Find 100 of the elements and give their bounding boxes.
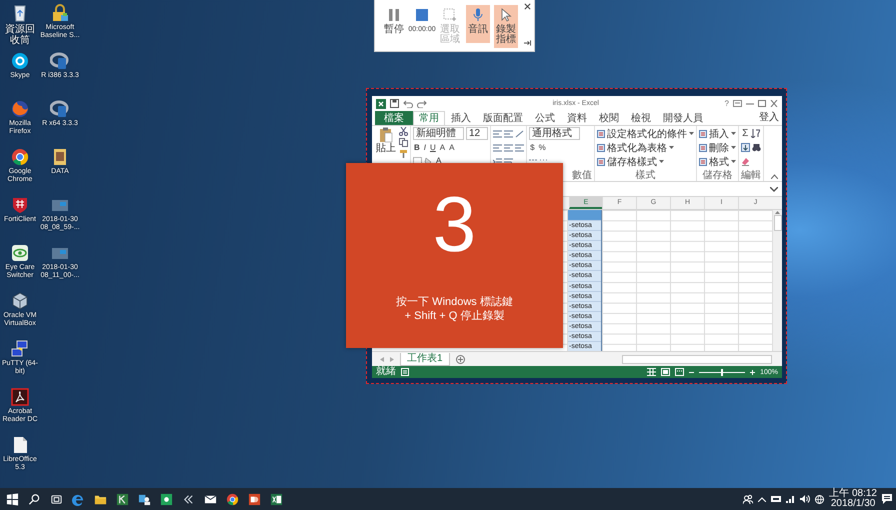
collapse-ribbon-icon bbox=[771, 174, 778, 179]
ribbon-tab[interactable]: 版面配置 bbox=[477, 111, 529, 125]
format-painter-icon bbox=[399, 149, 408, 158]
ribbon-tab[interactable]: 開發人員 bbox=[657, 111, 709, 125]
maximize-icon bbox=[758, 100, 766, 107]
spreadsheet-logo-icon bbox=[376, 98, 386, 108]
tool-app-icon[interactable] bbox=[116, 492, 129, 506]
undo-icon bbox=[403, 100, 413, 108]
copy-icon bbox=[399, 138, 408, 147]
binoculars-icon bbox=[752, 143, 762, 152]
desktop-icon-label[interactable]: 資源回收筒 bbox=[1, 24, 39, 46]
spreadsheet-app-icon[interactable] bbox=[270, 492, 283, 506]
chat-app-icon[interactable] bbox=[10, 51, 30, 71]
microphone-icon bbox=[471, 8, 485, 22]
padlock-icon[interactable] bbox=[50, 3, 70, 23]
edge-browser-icon[interactable] bbox=[72, 492, 85, 506]
double-arrow-icon[interactable] bbox=[182, 492, 195, 506]
zoom-in-icon bbox=[750, 370, 756, 374]
browser-logo-icon[interactable] bbox=[226, 492, 239, 506]
close-icon[interactable] bbox=[524, 3, 531, 10]
scrollbar-thumb[interactable] bbox=[774, 215, 782, 231]
pause-icon bbox=[387, 8, 401, 22]
dotted-frame-icon bbox=[443, 8, 457, 22]
command-icon bbox=[699, 158, 708, 166]
pin-icon[interactable] bbox=[524, 40, 531, 46]
borders-icon bbox=[413, 157, 422, 166]
ribbon-tab[interactable]: 插入 bbox=[445, 111, 477, 125]
sheet-tab[interactable]: 工作表1 bbox=[400, 352, 450, 366]
vertical-scrollbar[interactable] bbox=[772, 210, 782, 351]
notification-icon bbox=[882, 494, 892, 504]
font-name-field[interactable]: 新細明體 bbox=[413, 127, 464, 140]
app-tile-icon[interactable] bbox=[160, 492, 173, 506]
ribbon-display-icon bbox=[733, 100, 742, 107]
fox-globe-icon[interactable] bbox=[10, 99, 30, 119]
ribbon-command-button[interactable]: 刪除 bbox=[699, 141, 736, 154]
pdf-reader-icon[interactable] bbox=[10, 387, 30, 407]
command-icon bbox=[597, 144, 606, 152]
redo-icon bbox=[417, 100, 427, 108]
audio-button[interactable]: 音訊 bbox=[466, 5, 490, 43]
ribbon-tab[interactable]: 校閱 bbox=[593, 111, 625, 125]
ribbon-tab[interactable]: 檢視 bbox=[625, 111, 657, 125]
ribbon-command-button[interactable]: 插入 bbox=[699, 127, 736, 140]
search-icon[interactable] bbox=[28, 492, 41, 506]
caret-icon bbox=[731, 132, 736, 135]
record-pointer-button[interactable]: 錄製指標 bbox=[494, 5, 518, 48]
align-right-icon bbox=[515, 144, 524, 152]
format-toggle-button[interactable]: I bbox=[422, 142, 428, 152]
mouse-pointer-icon bbox=[499, 8, 513, 22]
ribbon-tab[interactable]: 常用 bbox=[413, 111, 445, 125]
browser-logo-icon[interactable] bbox=[10, 147, 30, 167]
ribbon-tab[interactable]: 檔案 bbox=[375, 111, 413, 125]
ribbon-command-button[interactable]: 格式 bbox=[699, 155, 736, 168]
status-text: 就緒 bbox=[376, 366, 396, 378]
sign-in-link[interactable]: 登入 bbox=[759, 111, 782, 125]
format-toggle-button[interactable]: U bbox=[429, 142, 437, 152]
ribbon-command-button[interactable]: 儲存格樣式 bbox=[597, 155, 694, 168]
people-icon bbox=[743, 494, 754, 504]
cube-icon[interactable] bbox=[10, 291, 30, 311]
active-cell[interactable] bbox=[568, 210, 601, 220]
number-format-button[interactable]: $ bbox=[529, 142, 536, 152]
sort-filter-icon bbox=[751, 129, 760, 138]
clock-date[interactable]: 2018/1/30 bbox=[830, 499, 876, 509]
font-size-step-button[interactable]: A bbox=[448, 142, 456, 152]
presentation-app-icon[interactable] bbox=[248, 492, 261, 506]
mail-icon[interactable] bbox=[204, 492, 217, 506]
font-size-field[interactable]: 12 bbox=[466, 127, 488, 140]
fill-down-icon bbox=[741, 143, 750, 152]
add-sheet-icon bbox=[456, 354, 465, 364]
start-icon[interactable] bbox=[6, 492, 19, 506]
volume-icon bbox=[800, 495, 810, 503]
task-view-icon[interactable] bbox=[50, 492, 63, 506]
contacts-icon[interactable] bbox=[138, 492, 151, 506]
format-toggle-button[interactable]: B bbox=[413, 142, 421, 152]
paste-button[interactable]: 貼上 bbox=[376, 127, 396, 154]
align-top-icon bbox=[493, 130, 502, 138]
zoom-slider-thumb[interactable] bbox=[721, 368, 724, 376]
eye-icon[interactable] bbox=[10, 243, 30, 263]
pause-button[interactable]: 暫停 bbox=[382, 5, 406, 43]
shield-icon[interactable] bbox=[10, 195, 30, 215]
autosum-button[interactable]: Σ bbox=[741, 128, 750, 138]
clock-time[interactable]: 上午 08:12 bbox=[829, 489, 877, 499]
group-label: 數值 bbox=[571, 170, 592, 181]
number-format-field[interactable]: 通用格式 bbox=[529, 127, 580, 140]
help-button[interactable]: ? bbox=[724, 99, 729, 108]
page-layout-icon bbox=[661, 368, 670, 376]
command-icon bbox=[597, 130, 606, 138]
ribbon-command-button[interactable]: 設定格式化的條件 bbox=[597, 127, 694, 140]
ribbon-tab[interactable]: 公式 bbox=[529, 111, 561, 125]
terminal-computers-icon[interactable] bbox=[10, 339, 30, 359]
horizontal-scrollbar[interactable] bbox=[622, 354, 772, 364]
font-size-step-button[interactable]: A bbox=[438, 142, 446, 152]
number-format-button[interactable]: % bbox=[538, 142, 547, 152]
caret-icon bbox=[731, 160, 736, 163]
close-icon bbox=[770, 100, 778, 107]
ribbon-tab[interactable]: 資料 bbox=[561, 111, 593, 125]
sheet-nav-right-icon bbox=[390, 356, 394, 362]
ribbon-command-button[interactable]: 格式化為表格 bbox=[597, 141, 694, 154]
r-logo-icon[interactable] bbox=[50, 51, 70, 71]
zoom-out-icon bbox=[689, 370, 694, 374]
r-logo-icon[interactable] bbox=[50, 99, 70, 119]
